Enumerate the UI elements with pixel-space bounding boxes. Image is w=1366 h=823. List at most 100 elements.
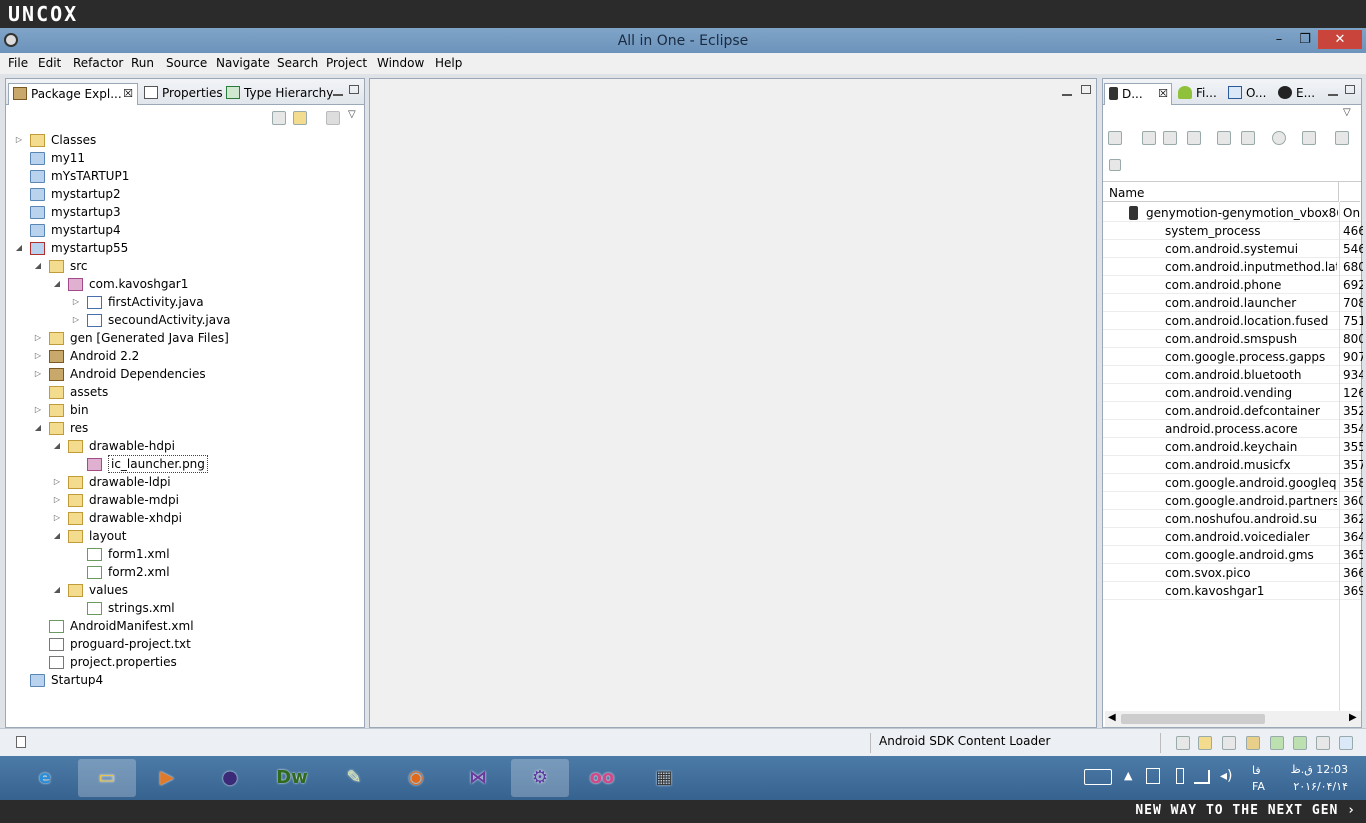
tab-package-explorer[interactable]: Package Expl... ☒ (8, 83, 138, 105)
collapsed-arrow-icon[interactable]: ▷ (33, 401, 43, 419)
menu-edit[interactable]: Edit (38, 56, 61, 70)
update-threads-icon[interactable] (1217, 131, 1231, 145)
clock-time[interactable]: 12:03 ق.ظ (1288, 763, 1348, 776)
process-row[interactable]: com.kavoshgar1 369 (1103, 582, 1363, 600)
firefox-icon[interactable]: ◉ (387, 759, 445, 797)
minimize-button[interactable]: – (1266, 30, 1292, 49)
start-method-profiling-icon[interactable] (1241, 131, 1255, 145)
battery-icon[interactable] (1176, 768, 1184, 784)
scroll-right-icon[interactable]: ▶ (1349, 712, 1357, 723)
collapsed-arrow-icon[interactable]: ▷ (71, 311, 81, 329)
notepad-icon[interactable]: ✎ (325, 759, 383, 797)
collapsed-arrow-icon[interactable]: ▷ (33, 347, 43, 365)
tree-item[interactable]: ▷ Classes (6, 131, 366, 149)
tree-item[interactable]: project.properties (6, 653, 366, 671)
internet-explorer-icon[interactable]: e (16, 759, 74, 797)
view-menu-chevron-icon[interactable]: ▽ (348, 109, 356, 120)
right-view-maximize-icon[interactable] (1345, 85, 1355, 94)
tree-item[interactable]: strings.xml (6, 599, 366, 617)
tree-item[interactable]: proguard-project.txt (6, 635, 366, 653)
visual-studio-icon[interactable]: ⋈ (449, 759, 507, 797)
tree-item[interactable]: ◢ src (6, 257, 366, 275)
tasks-icon[interactable] (1316, 736, 1330, 750)
collapsed-arrow-icon[interactable]: ▷ (14, 131, 24, 149)
update-heap-icon[interactable] (1142, 131, 1156, 145)
clock-date[interactable]: ۲۰۱۶/۰۴/۱۴ (1288, 780, 1348, 793)
process-row[interactable]: com.android.launcher 708 (1103, 294, 1363, 312)
tree-item[interactable]: ▷ gen [Generated Java Files] (6, 329, 366, 347)
tree-item[interactable]: ▷ secoundActivity.java (6, 311, 366, 329)
editor-minimize-icon[interactable] (1062, 87, 1072, 96)
cause-gc-icon[interactable] (1187, 131, 1201, 145)
tree-item[interactable]: mystartup3 (6, 203, 366, 221)
java-ee-ide-icon[interactable]: ⚙ (511, 759, 569, 797)
tree-item[interactable]: ▷ drawable-mdpi (6, 491, 366, 509)
screen-capture-icon[interactable] (1302, 131, 1316, 145)
process-row[interactable]: com.noshufou.android.su 362 (1103, 510, 1363, 528)
dreamweaver-icon[interactable]: Dw (263, 759, 321, 797)
tree-item[interactable]: ▷ firstActivity.java (6, 293, 366, 311)
scrollbar-thumb[interactable] (1121, 714, 1265, 724)
show-hidden-icons-icon[interactable]: ▲ (1124, 769, 1132, 782)
collapse-all-icon[interactable] (272, 111, 286, 125)
expanded-arrow-icon[interactable]: ◢ (52, 275, 62, 293)
flickr-icon[interactable]: oo (573, 759, 631, 797)
console-icon[interactable] (1339, 736, 1353, 750)
tree-item[interactable]: AndroidManifest.xml (6, 617, 366, 635)
action-center-icon[interactable] (1146, 768, 1160, 784)
close-button[interactable]: ✕ (1318, 30, 1362, 49)
process-row[interactable]: com.google.android.partnersetu 360 (1103, 492, 1363, 510)
volume-icon[interactable]: ◂) (1220, 768, 1233, 784)
input-lang[interactable]: FA (1252, 780, 1265, 793)
menu-navigate[interactable]: Navigate (216, 56, 270, 70)
ant-build-icon[interactable] (1246, 736, 1260, 750)
horizontal-scrollbar[interactable]: ◀ ▶ (1105, 711, 1361, 727)
video-editor-icon[interactable]: ▦ (635, 759, 693, 797)
debug-process-icon[interactable] (1108, 131, 1122, 145)
dump-view-hierarchy-icon[interactable] (1109, 159, 1121, 171)
scroll-left-icon[interactable]: ◀ (1108, 712, 1116, 723)
process-row[interactable]: com.android.musicfx 357 (1103, 456, 1363, 474)
view-maximize-icon[interactable] (349, 85, 359, 94)
tree-item[interactable]: mYsTARTUP1 (6, 167, 366, 185)
menu-project[interactable]: Project (326, 56, 367, 70)
process-row[interactable]: com.android.location.fused 751 (1103, 312, 1363, 330)
file-explorer-icon[interactable]: ▭ (78, 759, 136, 797)
close-tab-icon[interactable]: ☒ (1158, 87, 1168, 100)
collapsed-arrow-icon[interactable]: ▷ (52, 509, 62, 527)
avd-manager-icon[interactable] (1222, 736, 1236, 750)
process-row[interactable]: com.android.defcontainer 352 (1103, 402, 1363, 420)
editor-maximize-icon[interactable] (1081, 85, 1091, 94)
process-row[interactable]: com.android.systemui 546 (1103, 240, 1363, 258)
process-row[interactable]: com.android.phone 692 (1103, 276, 1363, 294)
collapsed-arrow-icon[interactable]: ▷ (52, 491, 62, 509)
tree-item[interactable]: mystartup4 (6, 221, 366, 239)
tab-outline[interactable]: O... (1224, 83, 1272, 105)
tree-item[interactable]: form1.xml (6, 545, 366, 563)
hierarchy-icon[interactable] (1270, 736, 1284, 750)
menu-source[interactable]: Source (166, 56, 207, 70)
tree-item[interactable]: ▷ bin (6, 401, 366, 419)
tab-properties[interactable]: Properties (140, 83, 223, 105)
menu-help[interactable]: Help (435, 56, 462, 70)
process-row[interactable]: com.google.process.gapps 907 (1103, 348, 1363, 366)
expanded-arrow-icon[interactable]: ◢ (52, 527, 62, 545)
media-player-icon[interactable]: ▶ (138, 759, 196, 797)
column-header-name[interactable]: Name (1103, 182, 1339, 202)
menu-run[interactable]: Run (131, 56, 154, 70)
tree-item[interactable]: ▷ Android 2.2 (6, 347, 366, 365)
close-tab-icon[interactable]: ☒ (123, 87, 133, 100)
expanded-arrow-icon[interactable]: ◢ (33, 257, 43, 275)
tree-item[interactable]: form2.xml (6, 563, 366, 581)
right-view-menu-icon[interactable]: ▽ (1343, 107, 1351, 118)
tree-item[interactable]: ◢ mystartup55 (6, 239, 366, 257)
process-row[interactable]: android.process.acore 354 (1103, 420, 1363, 438)
tree-item[interactable]: ◢ res (6, 419, 366, 437)
process-row[interactable]: com.google.android.gms 365 (1103, 546, 1363, 564)
collapsed-arrow-icon[interactable]: ▷ (71, 293, 81, 311)
dump-hprof-icon[interactable] (1163, 131, 1177, 145)
tree-item[interactable]: ◢ layout (6, 527, 366, 545)
tree-item[interactable]: my11 (6, 149, 366, 167)
tab-emulator-control[interactable]: E... (1274, 83, 1322, 105)
tab-file-explorer[interactable]: Fi... (1174, 83, 1222, 105)
